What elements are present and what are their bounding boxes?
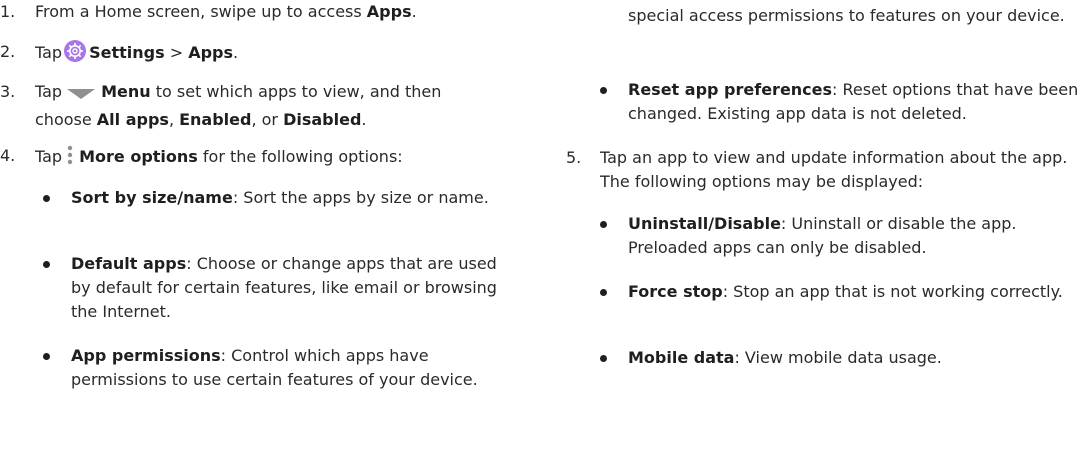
step-text: Tap Settings > Apps.: [35, 40, 500, 69]
period: .: [233, 43, 239, 62]
more-options-label: More options: [79, 147, 198, 166]
bullet-dot: [600, 289, 607, 296]
or-text: , or: [251, 110, 284, 129]
more-options-icon: [64, 144, 76, 173]
bullet-desc: : Sort the apps by size or name.: [232, 188, 489, 207]
disabled-label: Disabled: [283, 110, 362, 129]
bullet-dot: [43, 195, 50, 202]
apps-label: Apps: [366, 2, 412, 21]
step-text: Tap Menu to set which apps to view, and t…: [35, 80, 500, 132]
bullet-dot: [600, 87, 607, 94]
step-text: Tap an app to view and update informatio…: [600, 148, 1068, 191]
settings-gear-icon: [64, 40, 87, 69]
enabled-label: Enabled: [179, 110, 252, 129]
menu-label: Menu: [101, 82, 151, 101]
bullet-text: App permissions: Control which apps have…: [71, 344, 500, 392]
bullet-text: Default apps: Choose or change apps that…: [71, 252, 500, 324]
bullet-text: Mobile data: View mobile data usage.: [628, 346, 1081, 370]
bullet-desc: : Stop an app that is not working correc…: [722, 282, 1063, 301]
bullet-term: Uninstall/Disable: [628, 214, 781, 233]
step-number: 3.: [0, 82, 16, 101]
bullet-text: Force stop: Stop an app that is not work…: [628, 280, 1081, 304]
period: .: [361, 110, 367, 129]
step-number: 1.: [0, 2, 16, 21]
separator: >: [164, 43, 189, 62]
bullet-term: App permissions: [71, 346, 221, 365]
comma: ,: [168, 110, 180, 129]
bullet-dot: [600, 355, 607, 362]
bullet-dot: [600, 221, 607, 228]
bullet-desc: : View mobile data usage.: [734, 348, 942, 367]
bullet-term: Reset app preferences: [628, 80, 833, 99]
bullet-term: Mobile data: [628, 348, 735, 367]
step-number: 5.: [566, 148, 582, 167]
step-4-text: for the following options:: [197, 147, 403, 166]
tap-word: Tap: [35, 43, 63, 62]
bullet-term: Sort by size/name: [71, 188, 233, 207]
settings-label: Settings: [89, 43, 165, 62]
step-number: 2.: [0, 42, 16, 61]
menu-triangle-icon: [64, 84, 98, 108]
step-text: Tap More options for the following option…: [35, 144, 500, 173]
bullet-text: Reset app preferences: Reset options tha…: [628, 78, 1081, 126]
period: .: [411, 2, 417, 21]
continued-text: special access permissions to features o…: [628, 6, 1065, 25]
step-number: 4.: [0, 146, 16, 165]
bullet-term: Force stop: [628, 282, 723, 301]
tap-word: Tap: [35, 147, 63, 166]
bullet-text: Sort by size/name: Sort the apps by size…: [71, 186, 500, 210]
all-apps-label: All apps: [96, 110, 169, 129]
step-text: From a Home screen, swipe up to access A…: [35, 0, 500, 24]
step-1-text: From a Home screen, swipe up to access: [35, 2, 367, 21]
bullet-dot: [43, 353, 50, 360]
bullet-dot: [43, 261, 50, 268]
apps-label: Apps: [188, 43, 234, 62]
tap-word: Tap: [35, 82, 63, 101]
bullet-text: Uninstall/Disable: Uninstall or disable …: [628, 212, 1081, 260]
bullet-term: Default apps: [71, 254, 187, 273]
